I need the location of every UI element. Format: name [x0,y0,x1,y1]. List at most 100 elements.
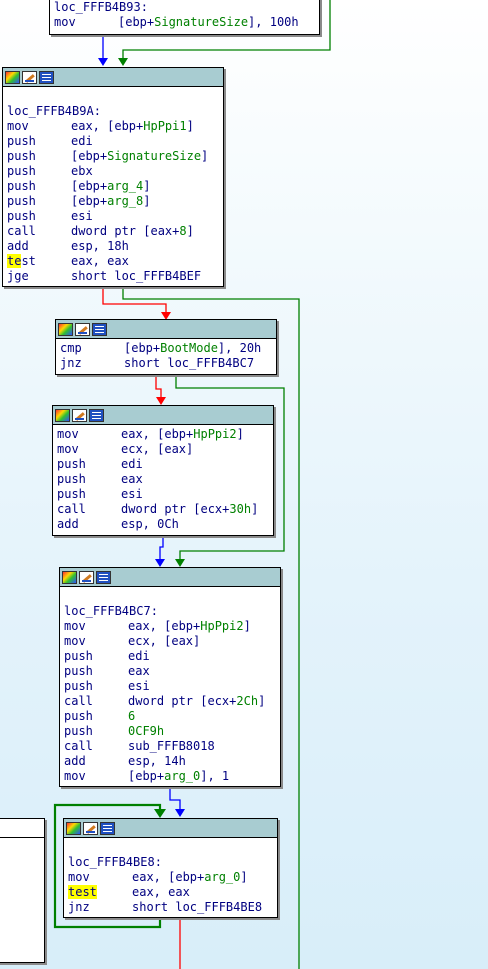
mnemonic[interactable]: push [64,664,128,679]
instruction-line[interactable]: call sub_FFFB8018 [64,739,276,754]
operand-text[interactable]: eax [121,472,143,486]
operand-text[interactable]: [ebp+ [124,341,160,355]
mnemonic[interactable]: push [7,179,71,194]
instruction-line[interactable]: jge short loc_FFFB4BEF [7,269,219,284]
operands[interactable]: short loc_FFFB4BC7 [124,356,254,370]
operands[interactable]: esi [128,679,150,693]
operands[interactable]: eax, [ebp+HpPpi1] [71,119,194,133]
mnemonic[interactable]: push [7,194,71,209]
operand-text[interactable]: ] [240,870,247,884]
operand-text[interactable]: [ebp+ [71,194,107,208]
code-label[interactable]: loc_FFFB4B9A: [7,104,219,119]
instruction-line[interactable]: jnz short loc_FFFB4BE8 [68,900,273,915]
instruction-line[interactable]: cmp [ebp+BootMode], 20h [60,341,272,356]
operand-symbol[interactable]: SignatureSize [107,149,201,163]
mnemonic[interactable]: test [7,254,71,269]
mnemonic[interactable]: call [57,502,121,517]
operands[interactable]: eax, eax [71,254,129,268]
instruction-line[interactable]: push [ebp+arg_8] [7,194,219,209]
instruction-line[interactable]: push edi [64,649,276,664]
operands[interactable]: eax, [ebp+arg_0] [132,870,248,884]
operand-symbol[interactable]: 8 [179,224,186,238]
list-icon[interactable] [92,322,107,336]
operand-symbol[interactable]: 2Ch [236,694,258,708]
mnemonic[interactable]: push [64,649,128,664]
operand-text[interactable]: eax [128,664,150,678]
edit-icon[interactable] [22,70,37,84]
operands[interactable]: edi [128,649,150,663]
list-icon[interactable] [100,821,115,835]
mnemonic[interactable]: push [57,472,121,487]
operand-text[interactable]: ebx [71,164,93,178]
instruction-line[interactable]: push ebx [7,164,219,179]
operands[interactable]: ebx [71,164,93,178]
mnemonic[interactable]: add [57,517,121,532]
mnemonic[interactable]: push [64,679,128,694]
operands[interactable]: eax [128,664,150,678]
instruction-line[interactable]: push esi [57,487,269,502]
mnemonic[interactable]: call [64,694,128,709]
code-block-loc-FFFB4B93[interactable]: loc_FFFB4B93: mov [ebp+SignatureSize], 100… [49,0,320,35]
instruction-line[interactable]: call dword ptr [ecx+30h] [57,502,269,517]
code-block-loc-FFFB4B9A[interactable]: loc_FFFB4B9A: mov eax, [ebp+HpPpi1] push edi… [2,67,224,287]
operand-text[interactable]: [ebp+ [128,769,164,783]
operands[interactable]: esp, 0Ch [121,517,179,531]
code-block-loc-FFFB4BE8[interactable]: loc_FFFB4BE8: mov eax, [ebp+arg_0] test eax,… [63,818,278,918]
operands[interactable]: edi [121,457,143,471]
operand-symbol[interactable]: BootMode [160,341,218,355]
graph-color-icon[interactable] [62,570,77,584]
operands[interactable]: 6 [128,709,135,723]
mnemonic[interactable]: cmp [60,341,124,356]
instruction-line[interactable]: push eax [64,664,276,679]
operands[interactable]: esp, 14h [128,754,186,768]
operand-text[interactable]: eax, [ebp+ [132,870,204,884]
operand-text[interactable]: eax, eax [132,885,190,899]
operands[interactable]: eax, [ebp+HpPpi2] [121,427,244,441]
operand-text[interactable]: ] [201,149,208,163]
mnemonic[interactable]: mov [64,619,128,634]
operands[interactable]: dword ptr [ecx+2Ch] [128,694,265,708]
mnemonic[interactable]: add [64,754,128,769]
instruction-line[interactable]: mov [ebp+SignatureSize], 100h [54,15,315,30]
mnemonic[interactable]: push [57,457,121,472]
code-block-loc-FFFB4BC7[interactable]: loc_FFFB4BC7: mov eax, [ebp+HpPpi2] mov ecx,… [59,567,281,787]
operand-text[interactable]: short loc_FFFB4BE8 [132,900,262,914]
operand-symbol[interactable]: arg_0 [204,870,240,884]
mnemonic[interactable]: push [7,164,71,179]
operands[interactable]: [ebp+arg_8] [71,194,150,208]
list-icon[interactable] [39,70,54,84]
operands[interactable]: edi [71,134,93,148]
instruction-line[interactable]: push edi [7,134,219,149]
instruction-line[interactable]: add esp, 0Ch [57,517,269,532]
mnemonic[interactable]: test [68,885,132,900]
operand-text[interactable]: ] [187,224,194,238]
code-label[interactable]: loc_FFFB4B93: [54,0,315,15]
operand-text[interactable]: sub_FFFB8018 [128,739,215,753]
operand-symbol[interactable]: 30h [229,502,251,516]
mnemonic[interactable]: call [64,739,128,754]
operand-symbol[interactable]: HpPpi1 [143,119,186,133]
operand-symbol[interactable]: SignatureSize [154,15,248,29]
graph-color-icon[interactable] [55,408,70,422]
instruction-line[interactable]: mov ecx, [eax] [64,634,276,649]
operand-text[interactable]: dword ptr [ecx+ [128,694,236,708]
graph-color-icon[interactable] [5,70,20,84]
mnemonic[interactable]: push [7,134,71,149]
operand-text[interactable]: [ebp+ [118,15,154,29]
instruction-line[interactable]: mov ecx, [eax] [57,442,269,457]
operands[interactable]: eax, [ebp+HpPpi2] [128,619,251,633]
operand-text[interactable]: ] [251,502,258,516]
mnemonic[interactable]: mov [54,15,118,30]
mnemonic[interactable]: jnz [68,900,132,915]
operand-text[interactable]: esp, 18h [71,239,129,253]
operands[interactable]: esi [71,209,93,223]
operand-text[interactable]: short loc_FFFB4BEF [71,269,201,283]
operand-text[interactable]: ecx, [eax] [128,634,200,648]
operand-text[interactable]: [ebp+ [71,179,107,193]
instruction-line[interactable]: mov eax, [ebp+arg_0] [68,870,273,885]
operand-symbol[interactable]: arg_8 [107,194,143,208]
mnemonic[interactable]: mov [64,769,128,784]
instruction-line[interactable]: push 0CF9h [64,724,276,739]
mnemonic[interactable]: push [64,724,128,739]
operand-text[interactable]: ] [244,619,251,633]
